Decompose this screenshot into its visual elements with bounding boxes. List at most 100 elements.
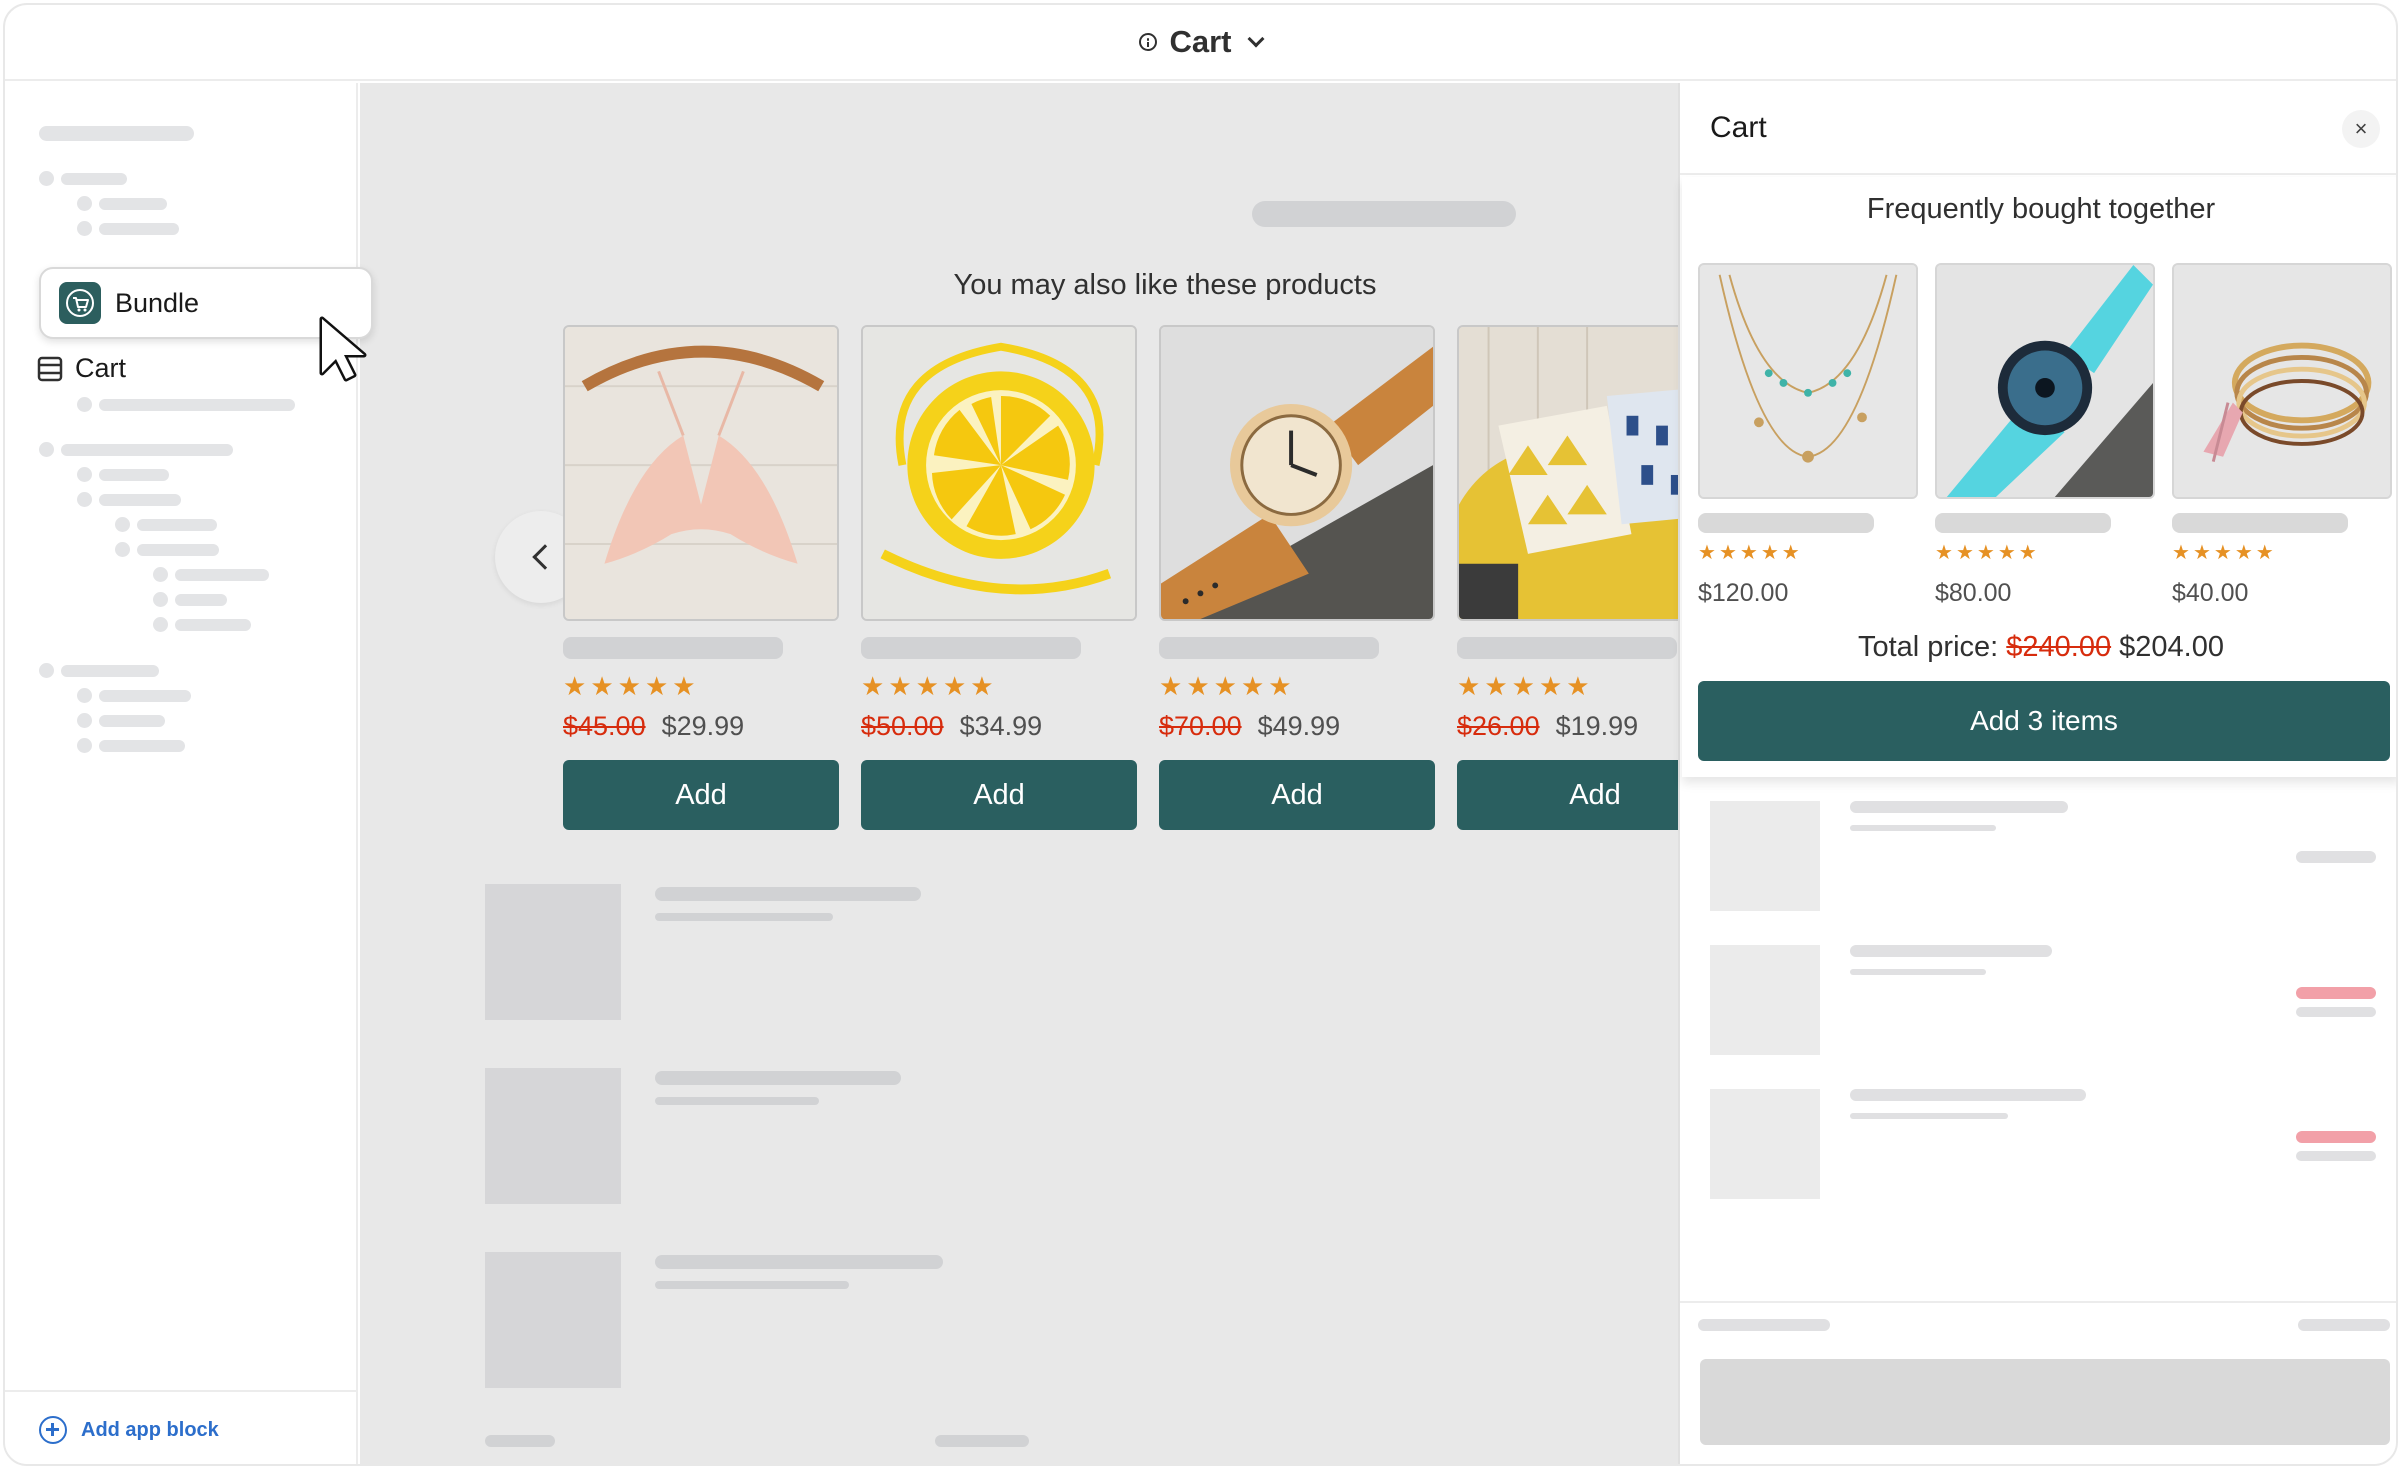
chevron-left-icon <box>532 544 558 570</box>
add-to-cart-button[interactable]: Add <box>861 760 1137 830</box>
total-label: Total price: <box>1857 631 1999 663</box>
sidebar-skeleton <box>77 397 92 412</box>
frequently-bought-together: Frequently bought together ★ ★ ★ ★ ★ $120.00 <box>1682 177 2396 777</box>
product-name-placeholder <box>861 637 1081 659</box>
sidebar-skeleton <box>61 665 159 677</box>
line-item-skeleton <box>1850 969 1986 975</box>
footer-skeleton <box>935 1435 1029 1447</box>
rating-stars: ★ ★ ★ ★ ★ <box>1935 542 2037 564</box>
sidebar-skeleton <box>61 173 127 185</box>
add-bundle-button[interactable]: Add 3 items <box>1698 681 2390 761</box>
line-item-skeleton <box>2296 1007 2376 1017</box>
compare-at-price: $45.00 <box>563 711 646 741</box>
sidebar-skeleton <box>39 663 54 678</box>
product-image[interactable] <box>1457 325 1678 621</box>
checkout-button-placeholder[interactable] <box>1700 1359 2390 1445</box>
sidebar-skeleton <box>77 688 92 703</box>
add-to-cart-button[interactable]: Add <box>563 760 839 830</box>
add-app-block-button[interactable]: Add app block <box>5 1390 356 1464</box>
sidebar-skeleton <box>99 399 295 411</box>
section-icon <box>37 356 63 381</box>
bundle-item-name-placeholder <box>1935 513 2111 533</box>
heading-skeleton <box>1252 201 1516 227</box>
line-item-skeleton <box>1850 1089 2086 1101</box>
bundle-title: Frequently bought together <box>1866 193 2216 225</box>
bundle-total: Total price: $240.00 $204.00 <box>1682 631 2396 664</box>
info-icon[interactable] <box>1139 33 1158 51</box>
line-item-sale-skeleton <box>2296 1131 2376 1143</box>
bundle-item: ★ ★ ★ ★ ★ $80.00 <box>1935 263 2155 608</box>
sidebar-skeleton <box>153 567 168 582</box>
sidebar-skeleton <box>99 223 179 235</box>
template-selector[interactable]: Cart <box>1169 24 1231 60</box>
product-image[interactable] <box>563 325 839 621</box>
add-app-block-label: Add app block <box>81 1418 219 1441</box>
list-item-skeleton <box>655 1071 901 1085</box>
sidebar-skeleton <box>175 619 251 631</box>
line-item-skeleton <box>1850 801 2068 813</box>
chevron-down-icon[interactable] <box>1247 30 1264 48</box>
list-item-skeleton <box>655 1097 819 1105</box>
list-item-skeleton <box>655 1281 849 1289</box>
bundle-item-image[interactable] <box>1698 263 1918 499</box>
sidebar-skeleton <box>39 442 54 457</box>
rating-stars: ★ ★ ★ ★ ★ <box>1457 671 1590 701</box>
footer-skeleton <box>485 1435 555 1447</box>
sidebar-skeleton <box>99 690 191 702</box>
sidebar-skeleton <box>153 592 168 607</box>
sale-price: $34.99 <box>959 711 1043 741</box>
bundle-item-image[interactable] <box>2172 263 2392 499</box>
sidebar-skeleton <box>99 494 181 506</box>
sale-price: $49.99 <box>1257 711 1341 741</box>
app-frame: Cart Bundle Cart Add app block You may a… <box>3 3 2398 1466</box>
close-icon[interactable]: × <box>2342 110 2380 148</box>
product-card: ★ ★ ★ ★ ★ $45.00 $29.99 Add <box>563 325 839 830</box>
product-card: ★ ★ ★ ★ ★ $26.00 $19.99 Add <box>1457 325 1678 830</box>
sidebar-skeleton <box>175 569 269 581</box>
rating-stars: ★ ★ ★ ★ ★ <box>1159 671 1292 701</box>
product-image[interactable] <box>861 325 1137 621</box>
add-to-cart-button[interactable]: Add <box>1457 760 1678 830</box>
product-name-placeholder <box>563 637 783 659</box>
sidebar-item-label: Cart <box>75 353 127 383</box>
line-item-image-placeholder <box>1710 1089 1820 1199</box>
sidebar-skeleton <box>175 594 227 606</box>
bundle-item: ★ ★ ★ ★ ★ $40.00 <box>2172 263 2392 608</box>
top-bar: Cart <box>5 5 2396 81</box>
sidebar-item-cart[interactable]: Cart <box>37 353 126 384</box>
rating-stars: ★ ★ ★ ★ ★ <box>1698 542 1800 564</box>
list-item-skeleton <box>655 913 833 921</box>
product-name-placeholder <box>1457 637 1677 659</box>
sidebar-skeleton <box>137 519 217 531</box>
product-name-placeholder <box>1159 637 1379 659</box>
subtotal-skeleton <box>1698 1319 1830 1331</box>
cart-drawer-title: Cart <box>1710 111 1767 144</box>
line-item-skeleton <box>2296 1151 2376 1161</box>
line-item-skeleton <box>1850 825 1996 831</box>
list-item-image-placeholder <box>485 1252 621 1388</box>
cart-drawer: Cart × Frequently bought together ★ ★ ★ … <box>1678 83 2396 1464</box>
add-to-cart-button[interactable]: Add <box>1159 760 1435 830</box>
sidebar-skeleton <box>99 198 167 210</box>
total-price: $204.00 <box>2119 631 2224 663</box>
bundle-item-name-placeholder <box>1698 513 1874 533</box>
line-item-sale-skeleton <box>2296 987 2376 999</box>
bundle-item-price: $80.00 <box>1935 579 2012 607</box>
line-item-image-placeholder <box>1710 945 1820 1055</box>
divider <box>1680 1301 2396 1303</box>
sidebar-skeleton <box>77 738 92 753</box>
list-item-skeleton <box>655 1255 943 1269</box>
rating-stars: ★ ★ ★ ★ ★ <box>2172 542 2274 564</box>
rating-stars: ★ ★ ★ ★ ★ <box>563 671 696 701</box>
bundle-item-image[interactable] <box>1935 263 2155 499</box>
list-item-image-placeholder <box>485 884 621 1020</box>
storefront-preview: You may also like these products ★ ★ ★ ★ ★ <box>360 83 1678 1464</box>
sidebar-skeleton <box>99 715 165 727</box>
line-item-skeleton <box>1850 1113 2008 1119</box>
sidebar-skeleton <box>99 740 185 752</box>
bundle-item-price: $120.00 <box>1698 579 1789 607</box>
sidebar-skeleton <box>115 517 130 532</box>
sidebar-skeleton <box>39 171 54 186</box>
product-image[interactable] <box>1159 325 1435 621</box>
rating-stars: ★ ★ ★ ★ ★ <box>861 671 994 701</box>
